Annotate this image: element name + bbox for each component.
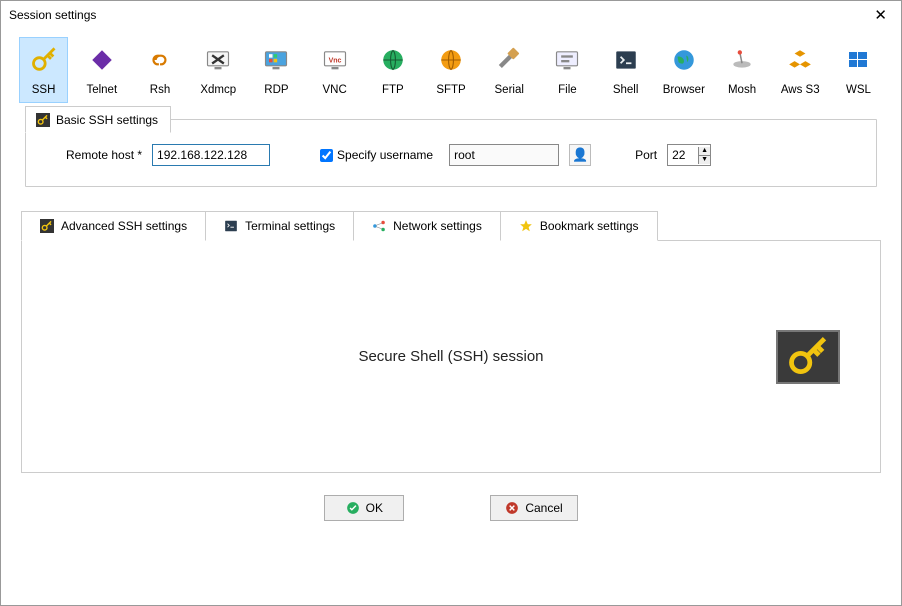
session-type-label: File	[558, 84, 577, 96]
dialog-buttons: OK Cancel	[1, 495, 901, 521]
basic-ssh-tab[interactable]: Basic SSH settings	[25, 106, 171, 133]
specify-username-label: Specify username	[337, 148, 433, 162]
basic-tab-label: Basic SSH settings	[56, 113, 158, 127]
star-icon	[519, 219, 533, 233]
port-label: Port	[635, 148, 657, 162]
key-small-icon	[40, 219, 54, 233]
check-circle-icon	[346, 501, 360, 515]
ok-label: OK	[366, 501, 383, 515]
session-type-label: Shell	[613, 84, 639, 96]
basic-form-row: Remote host * Specify username 👤 Port ▲ …	[42, 144, 860, 166]
session-type-label: FTP	[382, 84, 404, 96]
port-spinner[interactable]: ▲ ▼	[667, 144, 711, 166]
globe-green-icon	[375, 42, 411, 78]
session-type-label: Serial	[495, 84, 524, 96]
session-type-vnc[interactable]: Vnc VNC	[310, 37, 359, 103]
session-type-label: SSH	[32, 84, 56, 96]
session-type-label: Mosh	[728, 84, 756, 96]
settings-tabs: Advanced SSH settings Terminal settings …	[21, 211, 881, 241]
session-type-xdmcp[interactable]: Xdmcp	[194, 37, 243, 103]
user-picker-button[interactable]: 👤	[569, 144, 591, 166]
username-input[interactable]	[449, 144, 559, 166]
port-input[interactable]	[668, 146, 698, 164]
session-description: Secure Shell (SSH) session	[358, 348, 543, 365]
ok-button[interactable]: OK	[324, 495, 404, 521]
session-type-rdp[interactable]: RDP	[252, 37, 301, 103]
session-type-mosh[interactable]: Mosh	[717, 37, 766, 103]
aws-cubes-icon	[782, 42, 818, 78]
session-type-label: SFTP	[436, 84, 465, 96]
session-type-serial[interactable]: Serial	[485, 37, 534, 103]
tab-body: Secure Shell (SSH) session	[21, 241, 881, 473]
tab-bookmark[interactable]: Bookmark settings	[500, 211, 658, 241]
tab-label: Advanced SSH settings	[61, 219, 187, 233]
windows-icon	[840, 42, 876, 78]
window-title: Session settings	[9, 8, 96, 22]
session-type-wsl[interactable]: WSL	[834, 37, 883, 103]
session-type-telnet[interactable]: Telnet	[77, 37, 126, 103]
serial-connector-icon	[491, 42, 527, 78]
key-small-icon	[36, 113, 50, 127]
session-type-label: Telnet	[86, 84, 117, 96]
settings-tabs-container: Advanced SSH settings Terminal settings …	[21, 211, 881, 473]
session-type-ssh[interactable]: SSH	[19, 37, 68, 103]
terminal-icon	[608, 42, 644, 78]
session-type-shell[interactable]: Shell	[601, 37, 650, 103]
session-type-toolbar: SSH Telnet Rsh Xdmcp RDP Vnc VNC	[1, 29, 901, 107]
specify-username-box[interactable]	[320, 149, 333, 162]
session-type-rsh[interactable]: Rsh	[135, 37, 184, 103]
session-type-label: Xdmcp	[200, 84, 236, 96]
basic-ssh-group: Basic SSH settings Remote host * Specify…	[25, 119, 877, 187]
remote-host-label: Remote host *	[66, 148, 142, 162]
specify-username-checkbox[interactable]: Specify username	[320, 148, 433, 162]
diamond-icon	[84, 42, 120, 78]
terminal-small-icon	[224, 219, 238, 233]
session-type-label: Aws S3	[781, 84, 820, 96]
titlebar: Session settings ✕	[1, 1, 901, 29]
session-type-label: Rsh	[150, 84, 170, 96]
session-type-label: WSL	[846, 84, 871, 96]
port-down-icon[interactable]: ▼	[699, 156, 710, 164]
link-icon	[142, 42, 178, 78]
session-type-ftp[interactable]: FTP	[368, 37, 417, 103]
x-circle-icon	[505, 501, 519, 515]
globe-orange-icon	[433, 42, 469, 78]
tab-advanced-ssh[interactable]: Advanced SSH settings	[21, 211, 206, 241]
port-up-icon[interactable]: ▲	[699, 147, 710, 156]
remote-host-input[interactable]	[152, 144, 270, 166]
globe-blue-icon	[666, 42, 702, 78]
file-monitor-icon	[549, 42, 585, 78]
session-type-file[interactable]: File	[543, 37, 592, 103]
close-icon[interactable]: ✕	[868, 6, 893, 25]
session-type-label: Browser	[663, 84, 705, 96]
satellite-icon	[724, 42, 760, 78]
tab-label: Network settings	[393, 219, 482, 233]
session-large-icon	[776, 330, 840, 384]
tab-terminal[interactable]: Terminal settings	[205, 211, 354, 241]
cancel-label: Cancel	[525, 501, 562, 515]
session-type-browser[interactable]: Browser	[659, 37, 708, 103]
tab-label: Bookmark settings	[540, 219, 639, 233]
x-monitor-icon	[200, 42, 236, 78]
session-type-sftp[interactable]: SFTP	[426, 37, 475, 103]
svg-text:Vnc: Vnc	[328, 57, 341, 64]
session-type-awss3[interactable]: Aws S3	[776, 37, 825, 103]
person-icon: 👤	[572, 147, 588, 163]
session-type-label: RDP	[264, 84, 288, 96]
tab-label: Terminal settings	[245, 219, 335, 233]
tab-network[interactable]: Network settings	[353, 211, 501, 241]
network-icon	[372, 219, 386, 233]
rdp-monitor-icon	[258, 42, 294, 78]
key-icon	[26, 42, 62, 78]
session-type-label: VNC	[322, 84, 346, 96]
vnc-monitor-icon: Vnc	[317, 42, 353, 78]
cancel-button[interactable]: Cancel	[490, 495, 577, 521]
